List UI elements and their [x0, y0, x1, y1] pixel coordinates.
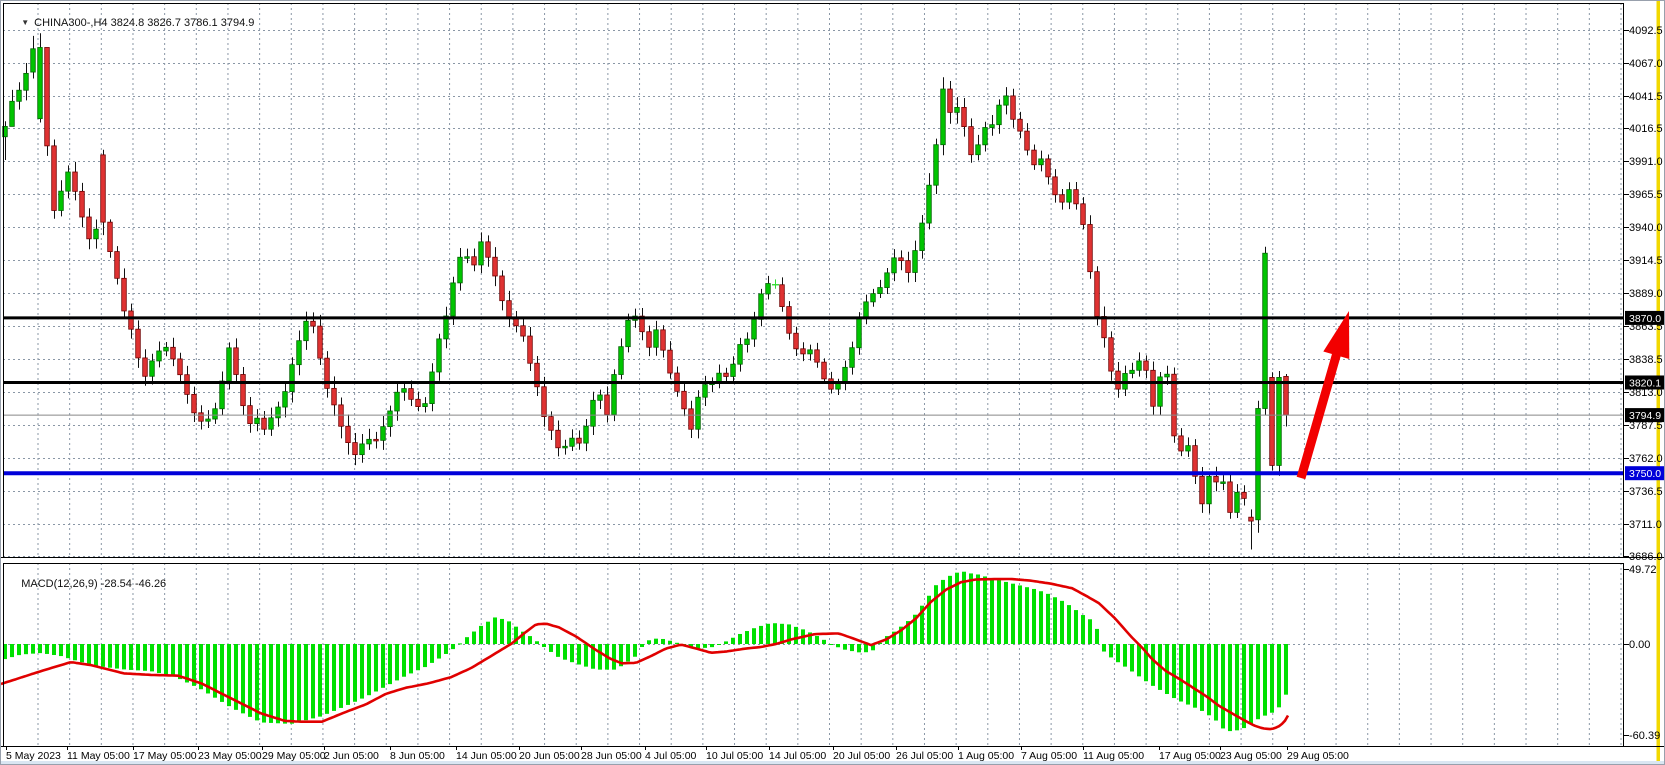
- svg-text:23 May 05:00: 23 May 05:00: [198, 750, 262, 762]
- svg-text:1 Aug 05:00: 1 Aug 05:00: [958, 750, 1014, 762]
- svg-text:11 May 05:00: 11 May 05:00: [67, 750, 130, 762]
- svg-text:2 Jun 05:00: 2 Jun 05:00: [324, 750, 379, 762]
- svg-text:7 Aug 05:00: 7 Aug 05:00: [1021, 750, 1077, 762]
- mt4-chart-window: 4092.5 4067.0 4041.5 4016.5 3991.0 3965.5 3940…: [0, 0, 1665, 765]
- svg-text:3820.1: 3820.1: [1629, 377, 1661, 389]
- svg-text:4 Jul 05:00: 4 Jul 05:00: [645, 750, 697, 762]
- svg-text:17 Aug 05:00: 17 Aug 05:00: [1159, 750, 1221, 762]
- chart-canvas[interactable]: 4092.5 4067.0 4041.5 4016.5 3991.0 3965.5 3940…: [1, 1, 1665, 765]
- svg-text:4016.5: 4016.5: [1629, 123, 1663, 135]
- svg-text:10 Jul 05:00: 10 Jul 05:00: [706, 750, 763, 762]
- svg-text:3794.9: 3794.9: [1629, 410, 1661, 422]
- svg-text:3711.0: 3711.0: [1629, 519, 1662, 531]
- svg-text:3686.0: 3686.0: [1629, 551, 1663, 563]
- symbol-name: CHINA300-,H4: [34, 17, 107, 29]
- svg-text:4041.5: 4041.5: [1629, 91, 1663, 103]
- quote-close: 3794.9: [221, 17, 255, 29]
- svg-text:5 May 2023: 5 May 2023: [6, 750, 61, 762]
- symbol-dropdown-icon[interactable]: ▼: [21, 18, 29, 27]
- macd-name: MACD(12,26,9): [21, 578, 97, 590]
- macd-signal-value: -46.26: [135, 578, 166, 590]
- macd-indicator-label: MACD(12,26,9) -28.54 -46.26: [9, 566, 166, 602]
- price-tag-3750.0: 3750.0: [1625, 466, 1665, 480]
- svg-text:3762.0: 3762.0: [1629, 453, 1663, 465]
- svg-text:4067.0: 4067.0: [1629, 58, 1663, 70]
- svg-text:20 Jun 05:00: 20 Jun 05:00: [519, 750, 580, 762]
- quote-low: 3786.1: [184, 17, 218, 29]
- svg-text:3736.5: 3736.5: [1629, 486, 1663, 498]
- svg-text:3991.0: 3991.0: [1629, 156, 1663, 168]
- svg-text:23 Aug 05:00: 23 Aug 05:00: [1220, 750, 1282, 762]
- svg-text:4092.5: 4092.5: [1629, 25, 1663, 37]
- macd-main-value: -28.54: [101, 578, 132, 590]
- svg-text:17 May 05:00: 17 May 05:00: [133, 750, 197, 762]
- svg-text:20 Jul 05:00: 20 Jul 05:00: [833, 750, 890, 762]
- svg-text:3870.0: 3870.0: [1629, 313, 1661, 325]
- svg-text:26 Jul 05:00: 26 Jul 05:00: [896, 750, 953, 762]
- svg-text:29 Aug 05:00: 29 Aug 05:00: [1287, 750, 1349, 762]
- price-tag-3794.9: 3794.9: [1625, 408, 1665, 422]
- svg-text:49.72: 49.72: [1629, 564, 1657, 576]
- svg-text:3838.5: 3838.5: [1629, 354, 1663, 366]
- svg-text:3750.0: 3750.0: [1629, 468, 1661, 480]
- svg-text:3940.0: 3940.0: [1629, 222, 1663, 234]
- quote-high: 3826.7: [147, 17, 181, 29]
- svg-text:0.00: 0.00: [1629, 639, 1650, 651]
- svg-text:3889.0: 3889.0: [1629, 288, 1663, 300]
- svg-text:-60.39: -60.39: [1629, 730, 1660, 742]
- quote-open: 3824.8: [111, 17, 145, 29]
- svg-text:11 Aug 05:00: 11 Aug 05:00: [1083, 750, 1144, 762]
- svg-text:8 Jun 05:00: 8 Jun 05:00: [390, 750, 445, 762]
- price-tag-3870.0: 3870.0: [1625, 311, 1665, 325]
- svg-text:3914.5: 3914.5: [1629, 255, 1663, 267]
- svg-text:14 Jul 05:00: 14 Jul 05:00: [769, 750, 826, 762]
- symbol-ohlc-label: ▼ CHINA300-,H4 3824.8 3826.7 3786.1 3794.…: [9, 5, 254, 41]
- svg-text:14 Jun 05:00: 14 Jun 05:00: [456, 750, 517, 762]
- svg-text:29 May 05:00: 29 May 05:00: [262, 750, 326, 762]
- svg-text:3965.5: 3965.5: [1629, 189, 1663, 201]
- price-tag-3820.1: 3820.1: [1625, 375, 1665, 389]
- svg-text:28 Jun 05:00: 28 Jun 05:00: [581, 750, 642, 762]
